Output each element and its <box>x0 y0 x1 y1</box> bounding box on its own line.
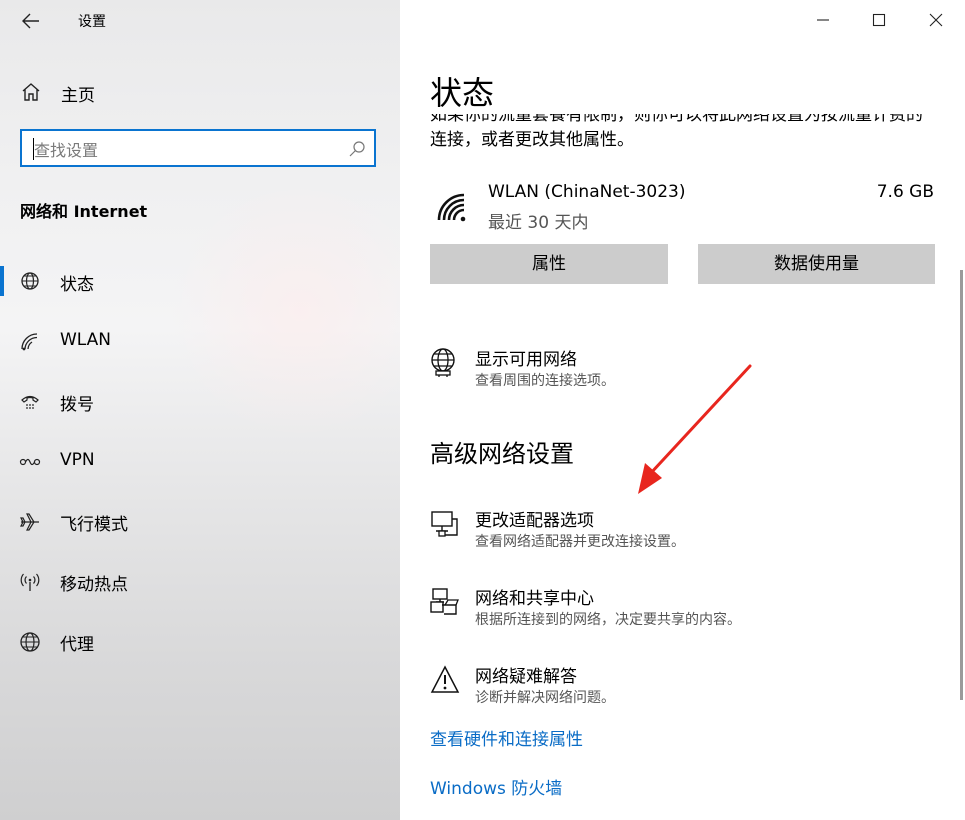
option-subtitle: 查看周围的连接选项。 <box>475 373 615 389</box>
network-troubleshooter[interactable]: 网络疑难解答 诊断并解决网络问题。 <box>430 665 930 715</box>
globe-icon <box>20 632 40 652</box>
sharing-center-icon <box>430 588 459 615</box>
scrollbar-thumb[interactable] <box>960 270 963 700</box>
close-icon[interactable] <box>924 8 948 32</box>
sidebar-item-label: 代理 <box>60 635 94 655</box>
back-arrow-icon[interactable] <box>20 10 42 32</box>
connection-period: 最近 30 天内 <box>488 213 589 233</box>
windows-firewall-link[interactable]: Windows 防火墙 <box>430 774 562 799</box>
option-title: 网络疑难解答 <box>475 667 577 687</box>
page-title: 状态 <box>430 74 495 112</box>
option-subtitle: 诊断并解决网络问题。 <box>475 690 615 706</box>
change-adapter-options[interactable]: 更改适配器选项 查看网络适配器并更改连接设置。 <box>430 509 930 559</box>
sidebar-item-dialup[interactable]: 拨号 <box>0 382 400 422</box>
search-icon[interactable] <box>348 140 366 158</box>
sidebar-item-status[interactable]: 状态 <box>0 262 400 302</box>
hardware-properties-link[interactable]: 查看硬件和连接属性 <box>430 725 583 750</box>
connection-name: WLAN (ChinaNet-3023) <box>488 182 686 202</box>
sidebar-item-proxy[interactable]: 代理 <box>0 622 400 662</box>
sidebar: 设置 主页 网络和 Internet 状态 WLAN <box>0 0 400 820</box>
sidebar-item-label: 移动热点 <box>60 575 128 595</box>
option-title: 网络和共享中心 <box>475 589 594 609</box>
sidebar-item-label: WLAN <box>60 330 112 350</box>
home-icon <box>22 83 40 101</box>
advanced-settings-heading: 高级网络设置 <box>430 440 574 468</box>
show-available-networks[interactable]: 显示可用网络 查看周围的连接选项。 <box>430 348 930 398</box>
sidebar-item-label: 飞行模式 <box>60 515 128 535</box>
option-subtitle: 查看网络适配器并更改连接设置。 <box>475 534 685 550</box>
main-pane: 状态 如果你的流量套餐有限制，则你可以将此网络设置为按流量计费的 连接，或者更改… <box>400 0 965 820</box>
vpn-icon <box>19 458 41 466</box>
hotspot-icon <box>20 573 40 591</box>
network-adapter-icon <box>431 511 458 537</box>
network-sharing-center[interactable]: 网络和共享中心 根据所连接到的网络，决定要共享的内容。 <box>430 587 930 637</box>
search-input[interactable] <box>32 137 336 163</box>
wifi-signal-icon <box>437 193 466 222</box>
option-title: 更改适配器选项 <box>475 511 594 531</box>
option-subtitle: 根据所连接到的网络，决定要共享的内容。 <box>475 612 741 628</box>
metered-intro: 如果你的流量套餐有限制，则你可以将此网络设置为按流量计费的 连接，或者更改其他属… <box>430 114 940 164</box>
wifi-icon <box>21 333 38 351</box>
sidebar-item-label: 状态 <box>60 275 94 295</box>
sidebar-item-label: 拨号 <box>60 395 94 415</box>
sidebar-item-home[interactable]: 主页 <box>20 79 95 106</box>
option-title: 显示可用网络 <box>475 350 577 370</box>
sidebar-item-label: 主页 <box>61 86 95 106</box>
data-usage-button[interactable]: 数据使用量 <box>698 244 935 284</box>
text-caret <box>33 138 34 160</box>
section-title: 网络和 Internet <box>20 202 148 221</box>
sidebar-item-wlan[interactable]: WLAN <box>0 322 400 362</box>
globe-network-icon <box>431 348 455 377</box>
sidebar-item-vpn[interactable]: VPN <box>0 442 400 482</box>
globe-status-icon <box>21 272 39 290</box>
maximize-icon[interactable] <box>867 8 891 32</box>
sidebar-item-hotspot[interactable]: 移动热点 <box>0 562 400 602</box>
dialup-icon <box>21 395 39 409</box>
search-box[interactable] <box>20 129 376 167</box>
sidebar-item-airplane-mode[interactable]: 飞行模式 <box>0 502 400 542</box>
app-title: 设置 <box>78 14 106 30</box>
sidebar-item-label: VPN <box>60 450 95 470</box>
warning-icon <box>430 665 460 693</box>
data-usage-value: 7.6 GB <box>876 182 934 202</box>
properties-button[interactable]: 属性 <box>430 244 668 284</box>
minimize-icon[interactable] <box>811 8 835 32</box>
intro-line: 连接，或者更改其他属性。 <box>430 130 634 150</box>
intro-line: 如果你的流量套餐有限制，则你可以将此网络设置为按流量计费的 <box>430 114 923 125</box>
airplane-icon <box>20 513 39 531</box>
active-indicator <box>0 266 4 296</box>
